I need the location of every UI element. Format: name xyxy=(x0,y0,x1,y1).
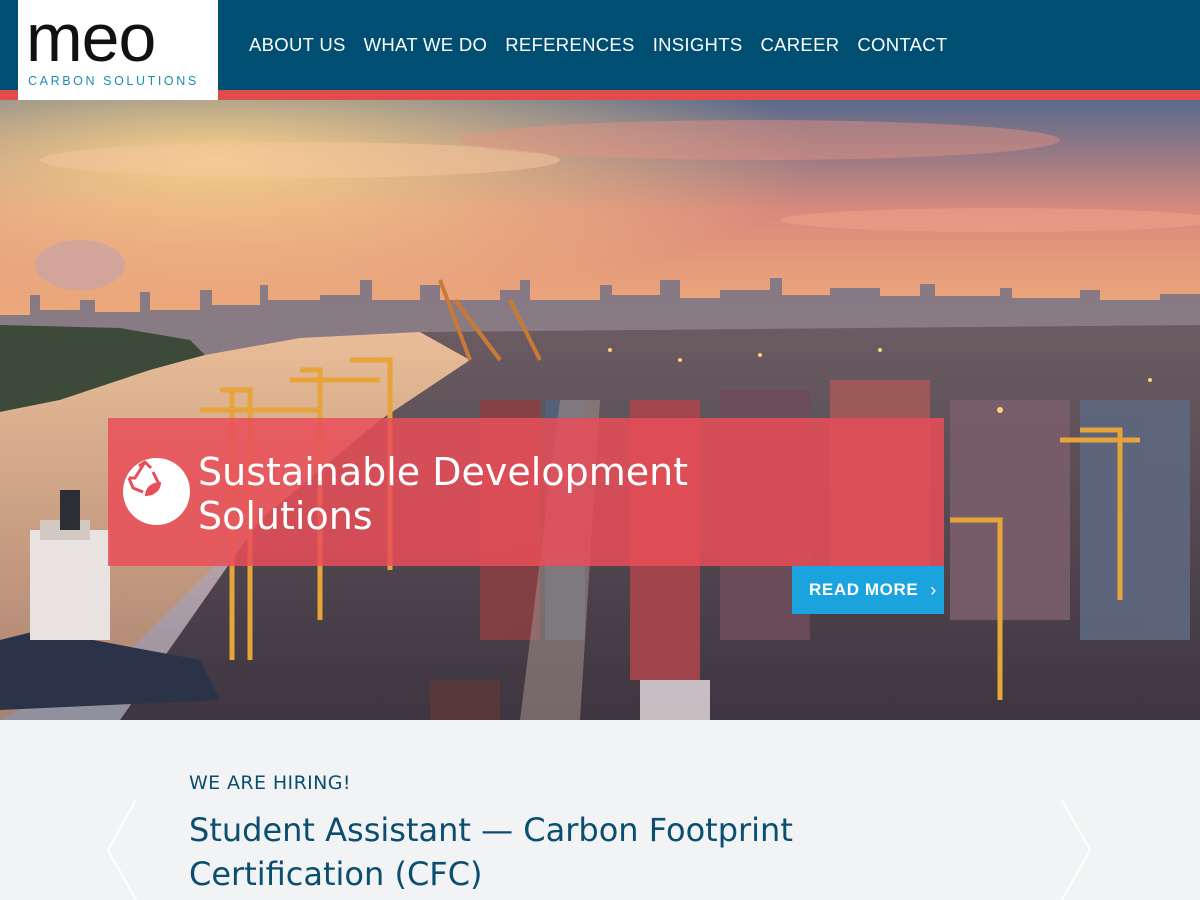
read-more-label: READ MORE xyxy=(809,580,919,599)
nav-about-us[interactable]: ABOUT US xyxy=(249,34,346,56)
banner-title: Sustainable Development Solutions xyxy=(198,450,918,538)
recycle-leaf-icon xyxy=(123,458,190,525)
job-title-link[interactable]: Student Assistant — Carbon Footprint Cer… xyxy=(189,808,889,896)
nav-contact[interactable]: CONTACT xyxy=(857,34,947,56)
job-title-line2: Certification (CFC) xyxy=(189,855,483,893)
logo-link[interactable]: meo CARBON SOLUTIONS xyxy=(18,0,218,100)
carousel-prev-arrow-icon[interactable] xyxy=(104,800,140,900)
hero-slider: Sustainable Development Solutions READ M… xyxy=(0,100,1200,720)
chevron-right-icon: › xyxy=(930,579,937,600)
carousel-next-arrow-icon[interactable] xyxy=(1058,800,1094,900)
banner-title-line2: Solutions xyxy=(198,494,373,538)
hero-banner: Sustainable Development Solutions xyxy=(108,418,944,566)
hero-port-image xyxy=(0,100,1200,720)
read-more-button[interactable]: READ MORE › xyxy=(792,566,944,614)
logo-tagline: CARBON SOLUTIONS xyxy=(28,74,199,88)
job-title-line1: Student Assistant — Carbon Footprint xyxy=(189,811,793,849)
nav-references[interactable]: REFERENCES xyxy=(505,34,634,56)
nav-insights[interactable]: INSIGHTS xyxy=(653,34,743,56)
hiring-eyebrow: WE ARE HIRING! xyxy=(189,772,351,794)
banner-title-line1: Sustainable Development xyxy=(198,450,689,494)
nav-career[interactable]: CAREER xyxy=(760,34,839,56)
nav-what-we-do[interactable]: WHAT WE DO xyxy=(364,34,488,56)
logo-wordmark: meo xyxy=(26,0,156,76)
main-nav: ABOUT US WHAT WE DO REFERENCES INSIGHTS … xyxy=(240,0,957,90)
hiring-carousel: WE ARE HIRING! Student Assistant — Carbo… xyxy=(0,720,1200,900)
